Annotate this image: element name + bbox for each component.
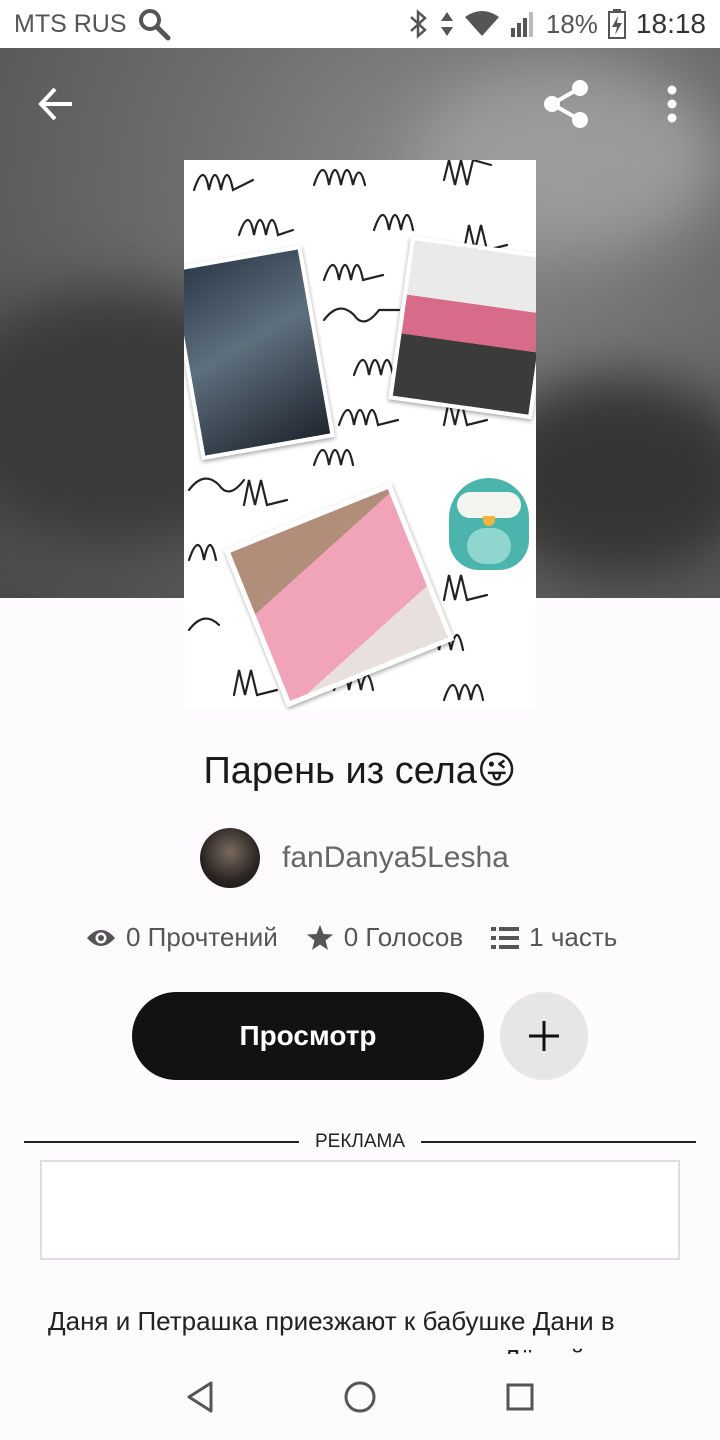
nav-home-button[interactable] bbox=[330, 1367, 390, 1427]
story-description: Даня и Петрашка приезжают к бабушке Дани… bbox=[48, 1306, 615, 1362]
battery-icon bbox=[607, 9, 626, 39]
star-icon bbox=[306, 924, 333, 950]
add-to-library-button[interactable] bbox=[500, 992, 588, 1080]
more-options-button[interactable] bbox=[642, 74, 702, 134]
top-toolbar bbox=[0, 48, 720, 158]
owl-sticker bbox=[449, 478, 529, 570]
list-icon bbox=[491, 926, 520, 949]
author-name[interactable]: fanDanya5Lesha bbox=[282, 841, 509, 875]
owl-eyes bbox=[457, 492, 521, 518]
battery-percent: 18% bbox=[545, 8, 598, 39]
navigation-bar bbox=[0, 1354, 720, 1440]
status-bar: MTS RUS 18% 18:18 bbox=[0, 0, 720, 48]
triangle-back-icon bbox=[187, 1381, 213, 1413]
votes-stat: 0 Голосов bbox=[306, 922, 463, 953]
ad-banner[interactable] bbox=[40, 1160, 680, 1260]
divider-line bbox=[24, 1141, 299, 1143]
clock: 18:18 bbox=[635, 8, 706, 39]
nav-back-button[interactable] bbox=[170, 1367, 230, 1427]
share-button[interactable] bbox=[536, 74, 596, 134]
arrow-back-icon bbox=[38, 87, 72, 121]
signal-icon bbox=[510, 12, 533, 37]
carrier-label: MTS RUS bbox=[14, 9, 127, 38]
votes-count: 0 Голосов bbox=[343, 922, 464, 952]
story-title: Парень из села😜 bbox=[203, 750, 517, 792]
square-recents-icon bbox=[506, 1383, 534, 1411]
cover-photo bbox=[388, 235, 536, 420]
ad-label: РЕКЛАМА bbox=[314, 1131, 406, 1152]
nav-recents-button[interactable] bbox=[490, 1367, 550, 1427]
avatar[interactable] bbox=[200, 828, 260, 888]
bluetooth-icon bbox=[410, 9, 427, 39]
plus-icon bbox=[529, 1021, 559, 1051]
parts-count: 1 часть bbox=[529, 922, 618, 952]
parts-stat: 1 часть bbox=[491, 922, 617, 953]
read-button[interactable]: Просмотр bbox=[132, 992, 484, 1080]
divider-line bbox=[421, 1141, 696, 1143]
data-arrows-icon bbox=[440, 12, 453, 36]
owl-belly bbox=[467, 528, 511, 564]
search-icon bbox=[138, 9, 170, 41]
eye-icon bbox=[87, 929, 115, 946]
ad-divider: РЕКЛАМА bbox=[24, 1130, 696, 1154]
share-icon bbox=[544, 80, 588, 128]
story-stats: 0 Прочтений 0 Голосов 1 часть bbox=[86, 922, 617, 953]
reads-stat: 0 Прочтений bbox=[86, 922, 278, 953]
wifi-icon bbox=[464, 11, 499, 36]
status-right: 18% 18:18 bbox=[408, 8, 706, 40]
book-cover[interactable] bbox=[184, 160, 536, 710]
circle-home-icon bbox=[344, 1381, 376, 1413]
status-left: MTS RUS bbox=[14, 7, 171, 41]
back-button[interactable] bbox=[26, 74, 86, 134]
more-vert-icon bbox=[667, 85, 677, 123]
author-row[interactable]: fanDanya5Lesha bbox=[200, 828, 509, 888]
reads-count: 0 Прочтений bbox=[126, 922, 278, 952]
owl-beak bbox=[483, 516, 495, 526]
